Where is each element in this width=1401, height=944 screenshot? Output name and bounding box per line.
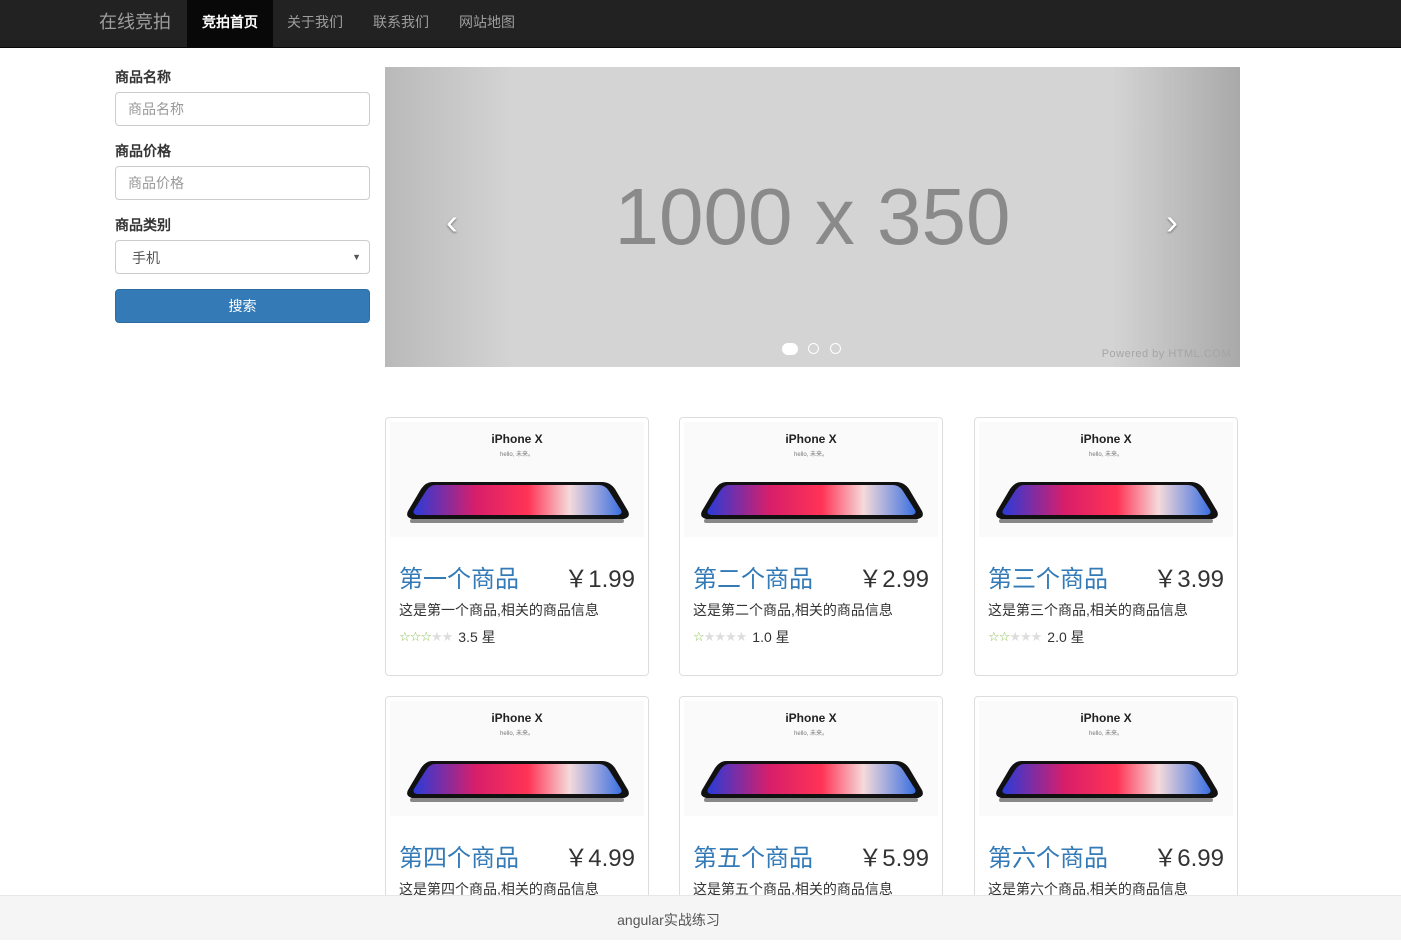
phone-image bbox=[407, 482, 629, 523]
caret-down-icon: ▼ bbox=[352, 252, 361, 262]
product-card[interactable]: iPhone X hello, 未来。第一个商品 ￥1.99 这是第一个商品,相关的商… bbox=[385, 417, 649, 676]
search-button[interactable]: 搜索 bbox=[115, 289, 370, 323]
thumbnail-subtitle: hello, 未来。 bbox=[1088, 452, 1123, 458]
phone-image bbox=[701, 482, 923, 523]
thumbnail-subtitle: hello, 未来。 bbox=[499, 452, 534, 458]
star-icon: ☆ bbox=[988, 629, 1000, 644]
product-thumbnail[interactable]: iPhone X hello, 未来。 bbox=[684, 701, 938, 816]
rating-stars: ☆☆☆★★ bbox=[399, 627, 454, 647]
carousel: 1000 x 350 ‹ › Powered by HTML.COM bbox=[385, 67, 1240, 367]
navbar: 在线竞拍 竞拍首页 关于我们 联系我们 网站地图 bbox=[0, 0, 1401, 48]
thumbnail-title: iPhone X bbox=[785, 711, 837, 725]
rating-value: 3.5 星 bbox=[458, 629, 496, 645]
product-rating: ☆☆★★★ 2.0 星 bbox=[988, 627, 1085, 647]
carousel-indicator[interactable] bbox=[782, 343, 798, 355]
star-icon: ★ bbox=[441, 629, 454, 644]
product-price: ￥3.99 bbox=[1153, 566, 1224, 593]
star-icon: ☆ bbox=[399, 629, 411, 644]
star-icon: ★ bbox=[724, 629, 737, 644]
product-name-link[interactable]: 第四个商品 bbox=[399, 838, 519, 873]
product-name-label: 商品名称 bbox=[115, 69, 171, 85]
rating-value: 2.0 星 bbox=[1047, 629, 1085, 645]
phone-image bbox=[996, 482, 1218, 523]
star-icon: ★ bbox=[714, 629, 726, 644]
carousel-slide-text: 1000 x 350 bbox=[614, 172, 1011, 261]
rating-stars: ☆☆★★★ bbox=[988, 627, 1043, 647]
footer-text: angular实战练习 bbox=[617, 912, 720, 928]
product-description: 这是第一个商品,相关的商品信息 bbox=[399, 602, 599, 618]
thumbnail-subtitle: hello, 未来。 bbox=[1088, 731, 1123, 737]
product-thumbnail[interactable]: iPhone X hello, 未来。 bbox=[684, 422, 938, 537]
product-price: ￥6.99 bbox=[1153, 845, 1224, 872]
thumbnail-title: iPhone X bbox=[1080, 432, 1132, 446]
product-card[interactable]: iPhone X hello, 未来。第三个商品 ￥3.99 这是第三个商品,相关的商… bbox=[974, 417, 1238, 676]
product-description: 这是第三个商品,相关的商品信息 bbox=[988, 602, 1188, 618]
product-rating: ☆☆☆★★ 3.5 星 bbox=[399, 627, 496, 647]
thumbnail-subtitle: hello, 未来。 bbox=[499, 731, 534, 737]
search-form: 商品名称 商品价格 商品类别 手机 ▼ 搜索 bbox=[115, 67, 370, 323]
product-thumbnail[interactable]: iPhone X hello, 未来。 bbox=[390, 701, 644, 816]
thumbnail-subtitle: hello, 未来。 bbox=[793, 731, 828, 737]
product-card[interactable]: iPhone X hello, 未来。第二个商品 ￥2.99 这是第二个商品,相关的商… bbox=[679, 417, 943, 676]
star-icon: ★ bbox=[1019, 629, 1032, 644]
product-name-link[interactable]: 第一个商品 bbox=[399, 559, 519, 594]
product-card[interactable]: iPhone Xhello, 未来。 第六个商品 ￥6.99 这是第六个商品,相关的商… bbox=[974, 696, 1238, 916]
nav-item-sitemap[interactable]: 网站地图 bbox=[444, 0, 530, 47]
star-icon: ★ bbox=[430, 629, 443, 644]
nav-item-about[interactable]: 关于我们 bbox=[272, 0, 358, 47]
star-icon: ★ bbox=[1009, 629, 1021, 644]
product-category-label: 商品类别 bbox=[115, 217, 171, 233]
thumbnail-title: iPhone X bbox=[1080, 711, 1132, 725]
carousel-indicator[interactable] bbox=[808, 343, 819, 354]
star-icon: ★ bbox=[703, 629, 716, 644]
product-category-select[interactable]: 手机 ▼ bbox=[115, 240, 370, 274]
product-price: ￥1.99 bbox=[564, 566, 635, 593]
star-icon: ☆ bbox=[420, 629, 432, 644]
nav-item-contact[interactable]: 联系我们 bbox=[358, 0, 444, 47]
brand-logo[interactable]: 在线竞拍 bbox=[99, 0, 171, 47]
rating-value: 1.0 星 bbox=[752, 629, 790, 645]
nav-item-home[interactable]: 竞拍首页 bbox=[187, 0, 273, 47]
star-icon: ☆ bbox=[998, 629, 1011, 644]
phone-image bbox=[996, 761, 1218, 802]
thumbnail-title: iPhone X bbox=[491, 432, 543, 446]
product-price: ￥5.99 bbox=[858, 845, 929, 872]
product-card[interactable]: iPhone Xhello, 未来。 第四个商品 ￥4.99 这是第四个商品,相关的商… bbox=[385, 696, 649, 916]
product-name-input[interactable] bbox=[115, 92, 370, 126]
product-price-label: 商品价格 bbox=[115, 143, 171, 159]
carousel-indicator[interactable] bbox=[830, 343, 841, 354]
product-thumbnail[interactable]: iPhone X hello, 未来。 bbox=[979, 701, 1233, 816]
star-icon: ☆ bbox=[693, 629, 705, 644]
product-card[interactable]: iPhone Xhello, 未来。 第五个商品 ￥5.99 这是第五个商品,相关的商… bbox=[679, 696, 943, 916]
product-description: 这是第二个商品,相关的商品信息 bbox=[693, 602, 893, 618]
thumbnail-title: iPhone X bbox=[491, 711, 543, 725]
phone-image bbox=[407, 761, 629, 802]
star-icon: ☆ bbox=[409, 629, 422, 644]
product-thumbnail[interactable]: iPhone X hello, 未来。 bbox=[390, 422, 644, 537]
product-name-link[interactable]: 第六个商品 bbox=[988, 838, 1108, 873]
category-selected-value: 手机 bbox=[132, 250, 160, 266]
product-thumbnail[interactable]: iPhone X hello, 未来。 bbox=[979, 422, 1233, 537]
product-name-link[interactable]: 第五个商品 bbox=[693, 838, 813, 873]
powered-by-text: Powered by HTML.COM bbox=[1101, 348, 1231, 360]
thumbnail-subtitle: hello, 未来。 bbox=[793, 452, 828, 458]
product-price: ￥4.99 bbox=[564, 845, 635, 872]
chevron-left-icon[interactable]: ‹ bbox=[432, 192, 472, 252]
product-price-input[interactable] bbox=[115, 166, 370, 200]
footer: angular实战练习 bbox=[0, 895, 1401, 940]
chevron-right-icon[interactable]: › bbox=[1152, 192, 1192, 252]
rating-stars: ☆★★★★ bbox=[693, 627, 748, 647]
star-icon: ★ bbox=[735, 629, 748, 644]
product-name-link[interactable]: 第二个商品 bbox=[693, 559, 813, 594]
phone-image bbox=[701, 761, 923, 802]
thumbnail-title: iPhone X bbox=[785, 432, 837, 446]
star-icon: ★ bbox=[1030, 629, 1043, 644]
product-rating: ☆★★★★ 1.0 星 bbox=[693, 627, 790, 647]
product-name-link[interactable]: 第三个商品 bbox=[988, 559, 1108, 594]
product-price: ￥2.99 bbox=[858, 566, 929, 593]
